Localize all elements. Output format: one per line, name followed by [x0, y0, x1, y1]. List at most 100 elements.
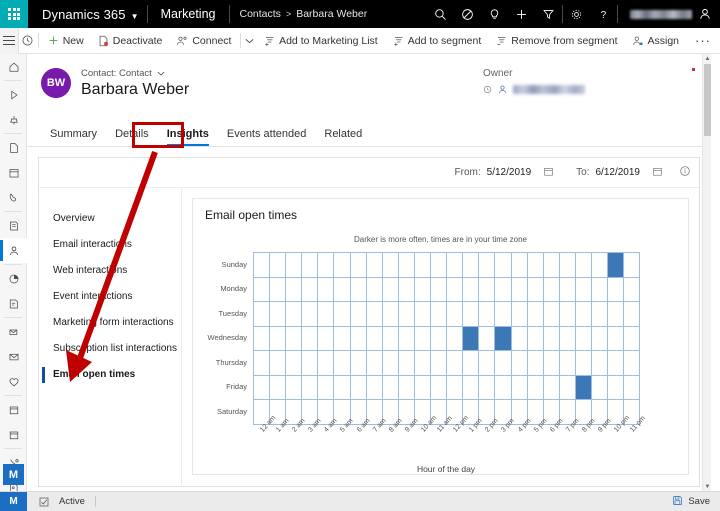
email-icon[interactable] — [0, 319, 27, 344]
tab-events-attended[interactable]: Events attended — [218, 128, 316, 146]
deactivate-button[interactable]: Deactivate — [91, 28, 170, 54]
heatmap-cell[interactable] — [318, 277, 335, 302]
heatmap-cell[interactable] — [559, 253, 576, 278]
heatmap-cell[interactable] — [366, 326, 383, 351]
heatmap-cell[interactable] — [463, 302, 480, 327]
heatmap-cell[interactable] — [270, 375, 287, 400]
owner-value-row[interactable] — [483, 84, 643, 95]
heatmap-cell[interactable] — [270, 351, 287, 376]
pinned-icon[interactable] — [0, 107, 27, 132]
heatmap-cell[interactable] — [366, 253, 383, 278]
heatmap-cell[interactable] — [270, 326, 287, 351]
to-calendar-icon[interactable] — [652, 166, 663, 180]
heatmap-cell[interactable] — [286, 351, 303, 376]
heatmap-cell[interactable] — [527, 302, 544, 327]
heatmap-cell[interactable] — [624, 375, 641, 400]
app-launcher-button[interactable] — [0, 0, 28, 28]
heatmap-cell[interactable] — [463, 253, 480, 278]
add-to-marketing-list-button[interactable]: Add to Marketing List — [256, 28, 385, 54]
heatmap-cell[interactable] — [431, 277, 448, 302]
heatmap-cell[interactable] — [608, 302, 625, 327]
site-map-toggle-button[interactable] — [0, 27, 19, 54]
heatmap-cell[interactable] — [318, 302, 335, 327]
heatmap-cell[interactable] — [479, 302, 496, 327]
calendar-alt-icon[interactable] — [0, 422, 27, 447]
heatmap-cell[interactable] — [527, 351, 544, 376]
heart-icon[interactable] — [0, 369, 27, 394]
heatmap-cell[interactable] — [495, 326, 512, 351]
heatmap-cell[interactable] — [382, 375, 399, 400]
heatmap-cell[interactable] — [624, 277, 641, 302]
heatmap-cell[interactable] — [414, 277, 432, 302]
heatmap-cell[interactable] — [575, 277, 592, 302]
info-icon[interactable] — [679, 165, 691, 180]
focus-assist-icon[interactable] — [454, 0, 481, 28]
heatmap-cell[interactable] — [382, 351, 399, 376]
form-scrollbar[interactable]: ▲ ▼ — [702, 54, 711, 491]
heatmap-cell[interactable] — [286, 253, 303, 278]
more-commands-button[interactable]: ··· — [686, 28, 720, 54]
heatmap-cell[interactable] — [575, 326, 592, 351]
heatmap-cell[interactable] — [479, 351, 496, 376]
heatmap-cell[interactable] — [398, 375, 415, 400]
rail-user-badge[interactable]: M — [3, 464, 24, 485]
heatmap-cell[interactable] — [608, 375, 625, 400]
heatmap-cell[interactable] — [527, 277, 544, 302]
heatmap-cell[interactable] — [575, 302, 592, 327]
connect-button[interactable]: Connect — [169, 28, 238, 54]
heatmap-cell[interactable] — [286, 326, 303, 351]
gear-icon[interactable] — [563, 0, 590, 28]
heatmap-cell[interactable] — [479, 253, 496, 278]
heatmap-cell[interactable] — [495, 375, 512, 400]
heatmap-cell[interactable] — [366, 375, 383, 400]
heatmap-cell[interactable] — [431, 253, 448, 278]
heatmap-cell[interactable] — [447, 277, 464, 302]
heatmap-cell[interactable] — [624, 351, 641, 376]
heatmap-cell[interactable] — [511, 375, 528, 400]
heatmap-cell[interactable] — [382, 277, 399, 302]
tab-insights[interactable]: Insights — [158, 128, 218, 146]
heatmap-cell[interactable] — [350, 277, 367, 302]
heatmap-cell[interactable] — [334, 277, 351, 302]
heatmap-cell[interactable] — [543, 326, 560, 351]
heatmap-cell[interactable] — [350, 302, 367, 327]
heatmap-cell[interactable] — [350, 326, 367, 351]
heatmap-cell[interactable] — [286, 302, 303, 327]
heatmap-cell[interactable] — [543, 351, 560, 376]
plus-icon[interactable] — [508, 0, 535, 28]
heatmap-cell[interactable] — [382, 302, 399, 327]
heatmap-cell[interactable] — [543, 375, 560, 400]
heatmap-cell[interactable] — [318, 375, 335, 400]
add-to-segment-button[interactable]: Add to segment — [385, 28, 489, 54]
status-badge[interactable]: M — [0, 491, 27, 511]
connect-dropdown-button[interactable] — [243, 28, 256, 54]
search-icon[interactable] — [427, 0, 454, 28]
heatmap-cell[interactable] — [270, 253, 287, 278]
user-menu[interactable] — [618, 0, 720, 28]
heatmap-cell[interactable] — [591, 253, 609, 278]
heatmap-cell[interactable] — [447, 375, 464, 400]
heatmap-cell[interactable] — [366, 302, 383, 327]
heatmap-cell[interactable] — [624, 253, 641, 278]
heatmap-cell[interactable] — [559, 302, 576, 327]
help-icon[interactable]: ? — [590, 0, 617, 28]
heatmap-cell[interactable] — [270, 277, 287, 302]
heatmap-cell[interactable] — [334, 302, 351, 327]
brand-title[interactable]: Dynamics 365 ▼ — [28, 7, 147, 22]
heatmap-cell[interactable] — [318, 326, 335, 351]
scroll-down-arrow[interactable]: ▼ — [703, 482, 711, 491]
heatmap-cell[interactable] — [254, 253, 271, 278]
heatmap-cell[interactable] — [302, 326, 319, 351]
calendar-icon[interactable] — [0, 160, 27, 185]
new-button[interactable]: New — [41, 28, 91, 54]
tab-related[interactable]: Related — [315, 128, 371, 146]
heatmap-cell[interactable] — [543, 302, 560, 327]
heatmap-cell[interactable] — [591, 302, 609, 327]
page-icon[interactable] — [0, 135, 27, 160]
heatmap-cell[interactable] — [431, 351, 448, 376]
insights-nav-marketing-form-interactions[interactable]: Marketing form interactions — [39, 310, 181, 336]
heatmap-cell[interactable] — [495, 302, 512, 327]
insights-nav-web-interactions[interactable]: Web interactions — [39, 258, 181, 284]
insights-nav-email-open-times[interactable]: Email open times — [39, 362, 181, 388]
heatmap-cell[interactable] — [414, 302, 432, 327]
